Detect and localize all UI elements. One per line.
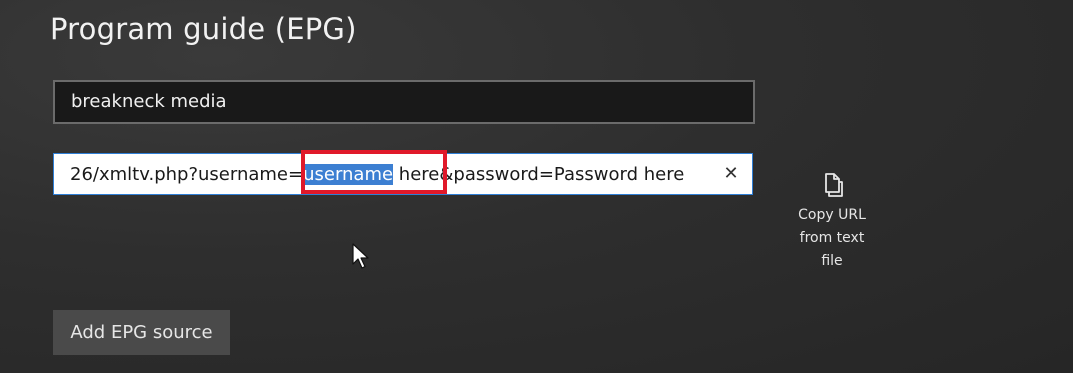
page-title: Program guide (EPG) [50, 12, 357, 46]
mouse-pointer-icon [352, 243, 369, 269]
add-epg-source-button[interactable]: Add EPG source [53, 310, 230, 355]
url-text-before: 26/xmltv.php?username= [70, 164, 304, 185]
copy-url-label: Copy URL from text file [784, 204, 880, 273]
copy-label-line3: file [821, 253, 843, 269]
close-icon[interactable]: ✕ [718, 160, 744, 188]
copy-url-button[interactable]: Copy URL from text file [784, 170, 880, 280]
copy-icon [825, 173, 843, 197]
copy-label-line1: Copy URL [798, 207, 866, 223]
epg-url-text: 26/xmltv.php?username=username here&pass… [70, 164, 684, 185]
url-text-selected: username [303, 164, 394, 185]
copy-label-line2: from text [799, 230, 865, 246]
epg-name-value: breakneck media [71, 91, 227, 112]
url-text-after: here&password=Password here [393, 164, 685, 185]
epg-url-input[interactable]: 26/xmltv.php?username=username here&pass… [53, 153, 753, 195]
epg-name-input[interactable]: breakneck media [53, 80, 755, 124]
